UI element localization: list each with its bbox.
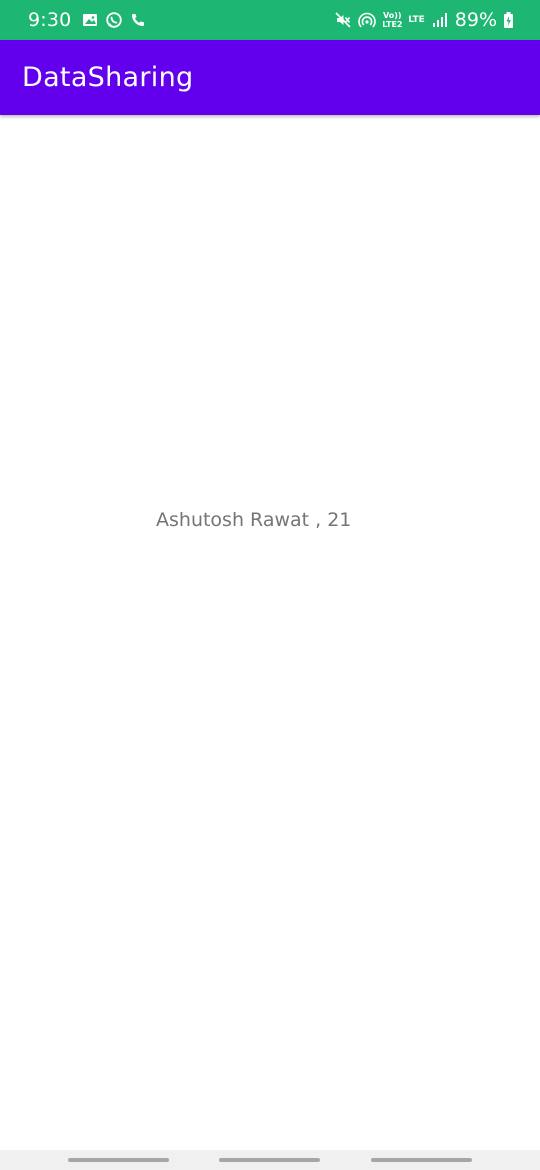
status-right: Vo)) LTE2 LTE 89% bbox=[334, 9, 514, 31]
whatsapp-icon bbox=[105, 11, 123, 29]
app-bar: DataSharing bbox=[0, 40, 540, 115]
hotspot-icon bbox=[358, 11, 376, 29]
gallery-icon bbox=[81, 11, 99, 29]
battery-charging-icon bbox=[503, 11, 514, 29]
status-time: 9:30 bbox=[28, 9, 72, 31]
mute-icon bbox=[334, 11, 352, 29]
nav-home-button[interactable] bbox=[219, 1158, 320, 1162]
screen: 9:30 Vo)) LTE2 LTE 89% DataSharing Ashut… bbox=[0, 0, 540, 1170]
status-left: 9:30 bbox=[28, 9, 147, 31]
nav-back-button[interactable] bbox=[371, 1158, 472, 1162]
battery-percent: 89% bbox=[454, 9, 497, 31]
navigation-bar bbox=[0, 1150, 540, 1170]
phone-icon bbox=[129, 11, 147, 29]
volte-icon: Vo)) LTE2 bbox=[382, 11, 403, 29]
info-text: Ashutosh Rawat , 21 bbox=[156, 509, 352, 531]
status-bar: 9:30 Vo)) LTE2 LTE 89% bbox=[0, 0, 540, 40]
main-content: Ashutosh Rawat , 21 bbox=[0, 115, 540, 1150]
signal-icon bbox=[431, 11, 449, 29]
nav-recents-button[interactable] bbox=[68, 1158, 169, 1162]
app-title: DataSharing bbox=[22, 62, 194, 93]
lte-icon: LTE bbox=[408, 14, 425, 25]
